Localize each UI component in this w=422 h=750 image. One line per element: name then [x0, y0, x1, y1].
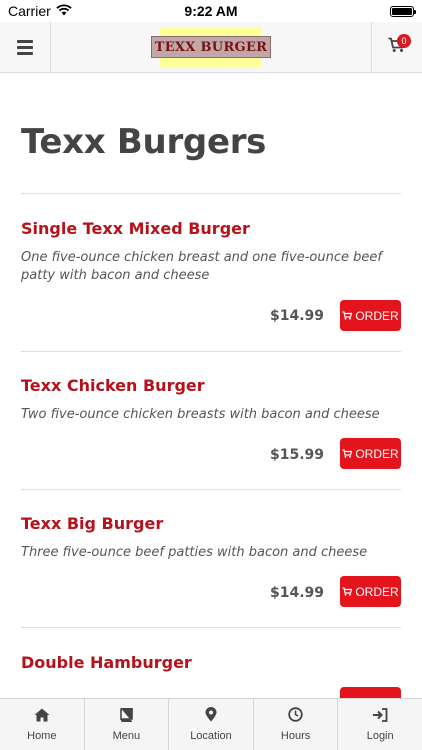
- logo-text: TEXX BURGER: [154, 40, 268, 55]
- restaurant-logo[interactable]: TEXX BURGER: [150, 27, 272, 67]
- app-header: TEXX BURGER 0: [0, 22, 422, 73]
- nav-location[interactable]: Location: [169, 699, 254, 750]
- nav-label: Hours: [280, 730, 311, 742]
- item-description: One five-ounce chicken breast and one fi…: [21, 250, 382, 283]
- page-title: Texx Burgers: [21, 122, 267, 162]
- item-description: Three five-ounce beef patties with bacon…: [21, 545, 368, 560]
- cart-icon: [342, 447, 353, 461]
- cart-button[interactable]: 0: [371, 22, 422, 72]
- cart-icon: [342, 585, 353, 599]
- nav-home[interactable]: Home: [0, 699, 85, 750]
- map-pin-icon: [205, 707, 217, 727]
- sign-in-icon: [372, 707, 388, 727]
- menu-item: Texx Chicken Burger Two five-ounce chick…: [21, 376, 401, 516]
- status-bar: Carrier 9:22 AM: [0, 0, 422, 22]
- item-name: Texx Chicken Burger: [21, 376, 205, 395]
- menu-item: Texx Big Burger Three five-ounce beef pa…: [21, 514, 401, 654]
- order-button[interactable]: [340, 687, 401, 698]
- item-name: Texx Big Burger: [21, 514, 164, 533]
- cart-icon: [342, 309, 353, 323]
- menu-content[interactable]: Texx Burgers Single Texx Mixed Burger On…: [0, 73, 422, 698]
- nav-label: Login: [366, 729, 394, 742]
- carrier-label: Carrier: [8, 3, 51, 19]
- order-label: ORDER: [355, 584, 399, 599]
- order-label: ORDER: [355, 308, 399, 323]
- book-icon: [119, 707, 134, 727]
- battery-icon: [390, 5, 416, 17]
- status-left: Carrier: [8, 3, 72, 19]
- divider: [21, 489, 401, 490]
- nav-label: Location: [190, 730, 232, 742]
- item-name: Single Texx Mixed Burger: [21, 219, 250, 238]
- home-icon: [34, 708, 50, 727]
- item-name: Double Hamburger: [21, 653, 192, 672]
- order-button[interactable]: ORDER: [340, 576, 401, 607]
- bottom-navigation: Home Menu Location Hours Login: [0, 698, 422, 750]
- hamburger-icon: [17, 39, 33, 43]
- order-button[interactable]: ORDER: [340, 300, 401, 331]
- item-price: $15.99: [269, 447, 324, 463]
- item-price: $14.99: [269, 308, 324, 324]
- divider: [21, 351, 401, 352]
- nav-label: Home: [27, 729, 57, 742]
- divider: [21, 627, 401, 628]
- order-label: ORDER: [355, 446, 399, 461]
- item-description: Two five-ounce chicken breasts with baco…: [21, 407, 380, 422]
- cart-count-badge: 0: [397, 34, 411, 48]
- nav-menu[interactable]: Menu: [85, 699, 170, 750]
- wifi-icon: [56, 3, 72, 19]
- item-price: $14.99: [269, 585, 324, 601]
- nav-hours[interactable]: Hours: [254, 699, 339, 750]
- nav-label: Menu: [112, 729, 141, 742]
- divider: [21, 193, 401, 194]
- menu-item: Single Texx Mixed Burger One five-ounce …: [21, 219, 401, 379]
- order-button[interactable]: ORDER: [340, 438, 401, 469]
- clock-icon: [288, 707, 303, 727]
- menu-toggle-button[interactable]: [0, 22, 51, 72]
- menu-item: Double Hamburger: [21, 653, 401, 698]
- nav-login[interactable]: Login: [338, 699, 422, 750]
